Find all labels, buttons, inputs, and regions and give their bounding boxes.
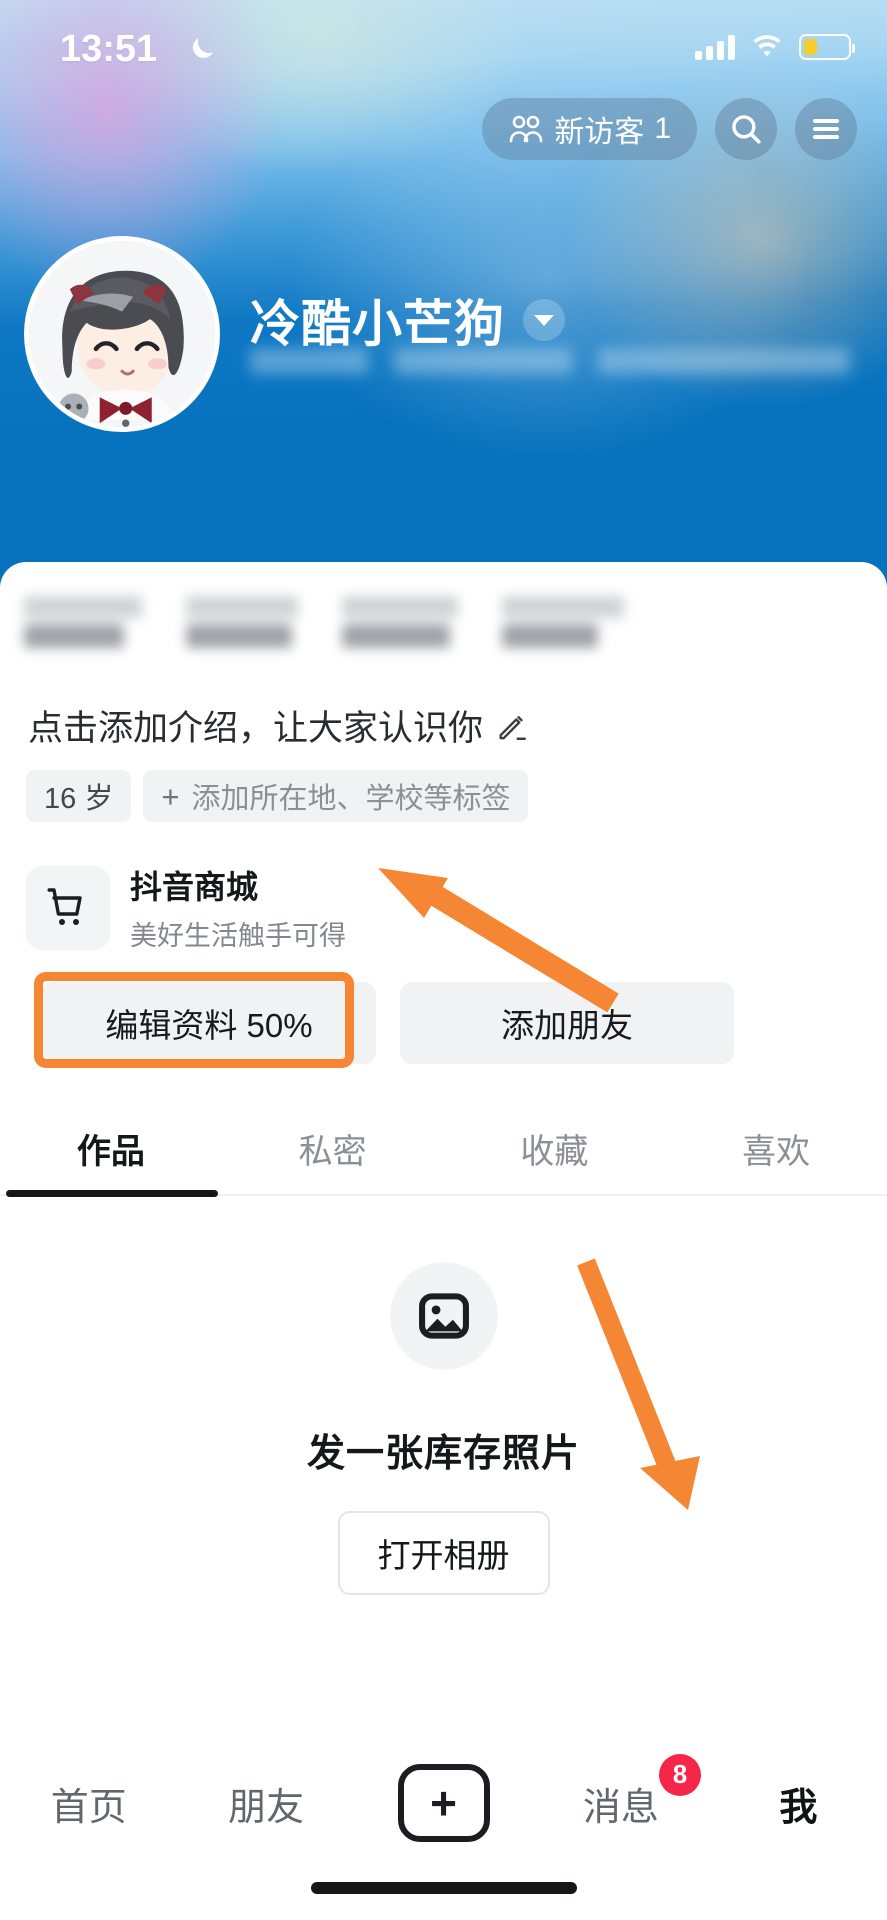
edit-profile-label: 编辑资料 50% [105,1007,313,1044]
status-bar-indicators [695,34,855,60]
search-icon [732,115,761,144]
cover-header-actions: 新访客 1 [482,98,857,160]
shopping-cart-icon [47,887,82,925]
stat-item[interactable] [24,596,142,648]
tab-likes[interactable]: 喜欢 [665,1124,887,1173]
display-name: 冷酷小芒狗 [250,296,505,352]
profile-name-block[interactable]: 冷酷小芒狗 [250,284,565,356]
nav-me-label: 我 [779,1786,818,1829]
add-tag-button[interactable]: + 添加所在地、学校等标签 [143,770,529,822]
tab-likes-label: 喜欢 [742,1132,811,1171]
profile-stats-row[interactable] [24,596,624,648]
empty-state-title: 发一张库存照片 [306,1433,580,1475]
empty-state: 发一张库存照片 打开相册 [0,1262,887,1595]
tab-active-underline [6,1190,218,1197]
crescent-moon-icon [193,38,213,58]
phone-screen: 13:51 新访客 1 冷酷小芒狗 点击添加介绍，让大家认识你 16 岁 + 添… [0,0,887,1920]
new-visitors-count: 1 [654,112,671,145]
add-friend-button[interactable]: 添加朋友 [400,982,734,1064]
tab-favorites-label: 收藏 [520,1132,589,1171]
nav-home-label: 首页 [50,1786,127,1829]
nav-me[interactable]: 我 [710,1776,887,1831]
status-bar: 13:51 [0,0,887,84]
bottom-navigation-bar: 首页 朋友 + 消息 8 我 [0,1744,887,1920]
tab-favorites[interactable]: 收藏 [444,1124,666,1173]
chevron-down-icon[interactable] [523,299,565,341]
wifi-icon [753,35,781,57]
profile-action-buttons: 编辑资料 50% 添加朋友 [42,982,734,1064]
stat-item[interactable] [186,596,298,648]
tab-works-label: 作品 [76,1132,145,1171]
new-visitors-button[interactable]: 新访客 1 [482,98,697,160]
messages-badge: 8 [658,1753,701,1796]
bio-placeholder[interactable]: 点击添加介绍，让大家认识你 [28,700,529,751]
cellular-signal-icon [695,34,735,60]
anime-girl-avatar [29,241,215,427]
add-tag-label: 添加所在地、学校等标签 [191,783,511,815]
douyin-mall-title: 抖音商城 [130,869,259,905]
douyin-mall-text: 抖音商城 美好生活触手可得 [130,862,346,953]
pencil-icon [499,715,526,740]
nav-friends[interactable]: 朋友 [177,1776,354,1831]
menu-button[interactable] [795,98,857,160]
image-placeholder-icon-wrap [389,1262,498,1370]
avatar[interactable] [24,236,220,432]
battery-low-icon [799,34,855,60]
home-indicator [310,1882,577,1894]
age-tag[interactable]: 16 岁 [26,770,132,822]
bio-placeholder-text: 点击添加介绍，让大家认识你 [28,709,484,748]
profile-content-sheet: 点击添加介绍，让大家认识你 16 岁 + 添加所在地、学校等标签 抖音商城 美好… [0,562,887,1920]
profile-tags-row: 16 岁 + 添加所在地、学校等标签 [26,770,529,822]
open-album-button[interactable]: 打开相册 [337,1511,550,1595]
tab-private[interactable]: 私密 [222,1124,444,1173]
douyin-mall-subtitle: 美好生活触手可得 [130,921,346,951]
nav-home[interactable]: 首页 [0,1776,177,1831]
nav-messages-label: 消息 [582,1786,659,1829]
search-button[interactable] [715,98,777,160]
nav-friends-label: 朋友 [228,1786,305,1829]
stat-item[interactable] [342,596,458,648]
image-placeholder-icon [418,1293,469,1339]
plus-icon: + [161,778,180,814]
status-bar-time: 13:51 [60,28,158,70]
edit-profile-button[interactable]: 编辑资料 50% [42,982,376,1064]
open-album-label: 打开相册 [377,1537,510,1574]
tab-private-label: 私密 [298,1132,367,1171]
douyin-mall-entry[interactable]: 抖音商城 美好生活触手可得 [26,862,346,953]
age-tag-label: 16 岁 [44,783,114,815]
shopping-cart-icon-wrap [26,865,110,950]
display-name-row[interactable]: 冷酷小芒狗 [250,284,565,356]
hamburger-menu-icon [813,115,839,143]
nav-create[interactable]: + [355,1764,532,1842]
stat-item[interactable] [502,596,624,648]
add-friend-label: 添加朋友 [501,1007,633,1044]
two-people-icon [510,115,543,143]
tab-works[interactable]: 作品 [0,1124,222,1173]
nav-messages[interactable]: 消息 8 [532,1753,709,1831]
plus-box-icon[interactable]: + [397,1764,490,1842]
profile-subtitle-blurred [250,348,850,374]
new-visitors-label: 新访客 [554,116,645,149]
profile-tab-bar: 作品 私密 收藏 喜欢 [0,1102,887,1194]
